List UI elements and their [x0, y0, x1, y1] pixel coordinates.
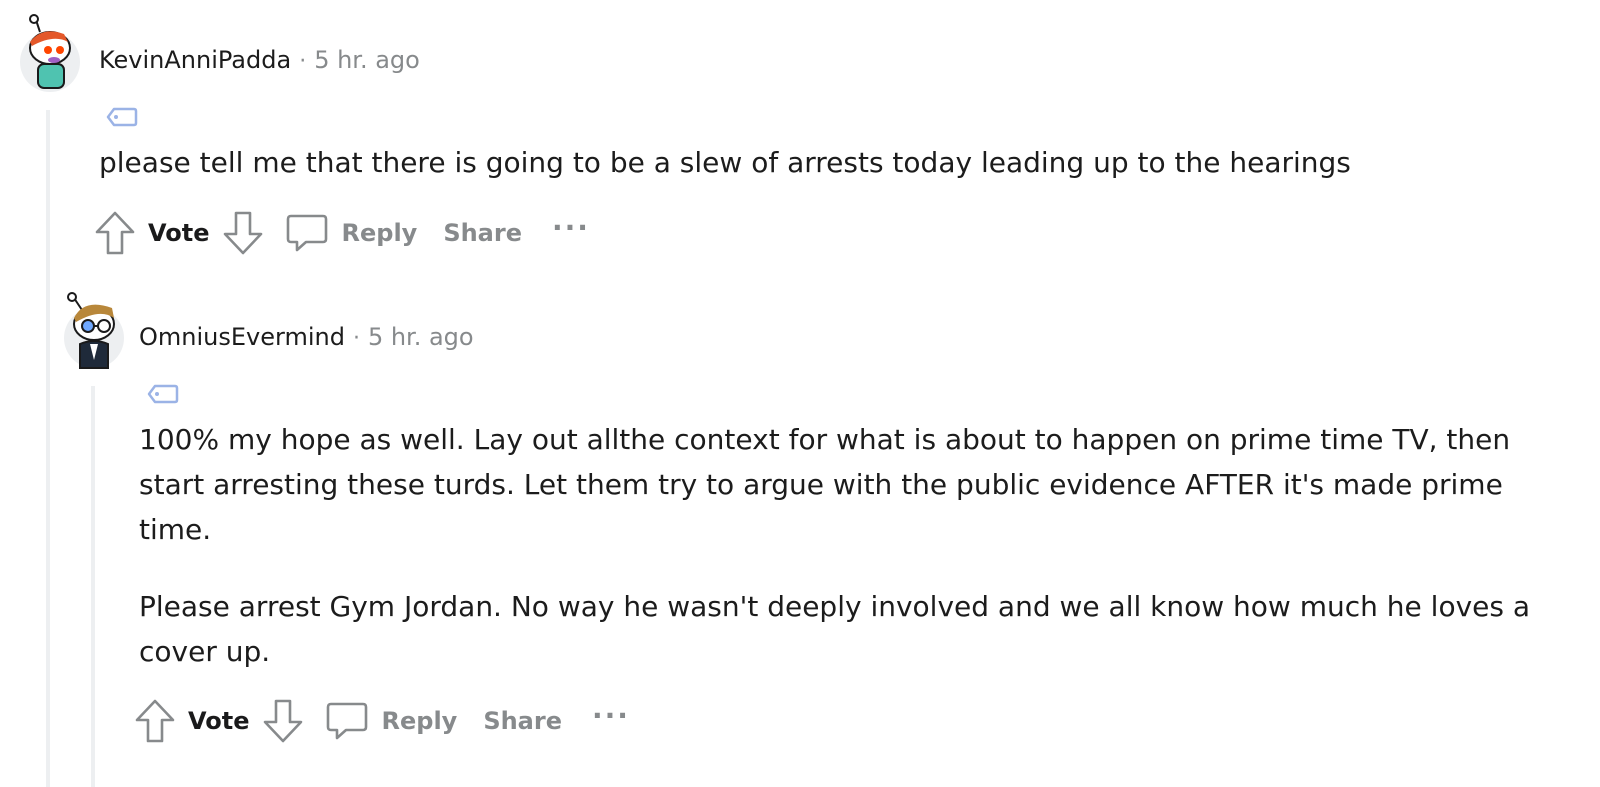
comment-actions: Vote Reply Share ···	[94, 208, 590, 258]
downvote-arrow-icon	[263, 699, 302, 743]
comment-bubble-icon	[326, 702, 367, 740]
more-options-button[interactable]: ···	[552, 211, 590, 244]
upvote-button[interactable]	[94, 210, 136, 256]
reply-button[interactable]: Reply	[326, 700, 458, 742]
upvote-arrow-icon	[95, 211, 135, 255]
comment-body: 100% my hope as well. Lay out allthe con…	[139, 417, 1534, 674]
timestamp[interactable]: 5 hr. ago	[314, 46, 420, 74]
comment-paragraph: Please arrest Gym Jordan. No way he wasn…	[139, 590, 1531, 668]
thread-line-1[interactable]	[46, 110, 50, 787]
flair-tag-icon	[147, 384, 179, 404]
reply-label[interactable]: Reply	[382, 707, 458, 735]
vote-count: Vote	[188, 707, 250, 735]
comment-actions: Vote Reply Share ···	[134, 696, 630, 746]
snoo-avatar-icon	[64, 292, 124, 369]
upvote-arrow-icon	[135, 699, 175, 743]
comment-meta: KevinAnniPadda · 5 hr. ago	[99, 46, 420, 74]
reply-button[interactable]: Reply	[286, 212, 418, 254]
avatar[interactable]	[62, 290, 126, 370]
comment-body: please tell me that there is going to be…	[99, 140, 1539, 185]
downvote-button[interactable]	[222, 210, 264, 256]
downvote-button[interactable]	[262, 698, 304, 744]
reply-label[interactable]: Reply	[342, 219, 418, 247]
upvote-button[interactable]	[134, 698, 176, 744]
more-options-button[interactable]: ···	[592, 699, 630, 732]
timestamp[interactable]: 5 hr. ago	[368, 323, 474, 351]
meta-separator: ·	[352, 326, 360, 351]
author-link[interactable]: KevinAnniPadda	[99, 46, 291, 74]
author-link[interactable]: OmniusEvermind	[139, 323, 345, 351]
meta-separator: ·	[299, 49, 307, 74]
comment-paragraph: 100% my hope as well. Lay out allthe con…	[139, 423, 1511, 546]
snoo-avatar-icon	[20, 14, 80, 92]
vote-count: Vote	[148, 219, 210, 247]
flair-tag-icon	[106, 107, 138, 127]
thread-line-2[interactable]	[91, 386, 95, 787]
downvote-arrow-icon	[223, 211, 262, 255]
avatar[interactable]	[18, 12, 82, 92]
share-button[interactable]: Share	[483, 707, 562, 735]
share-button[interactable]: Share	[443, 219, 522, 247]
comment-paragraph: please tell me that there is going to be…	[99, 146, 1351, 179]
comment-bubble-icon	[286, 214, 327, 252]
comment-meta: OmniusEvermind · 5 hr. ago	[139, 323, 474, 351]
